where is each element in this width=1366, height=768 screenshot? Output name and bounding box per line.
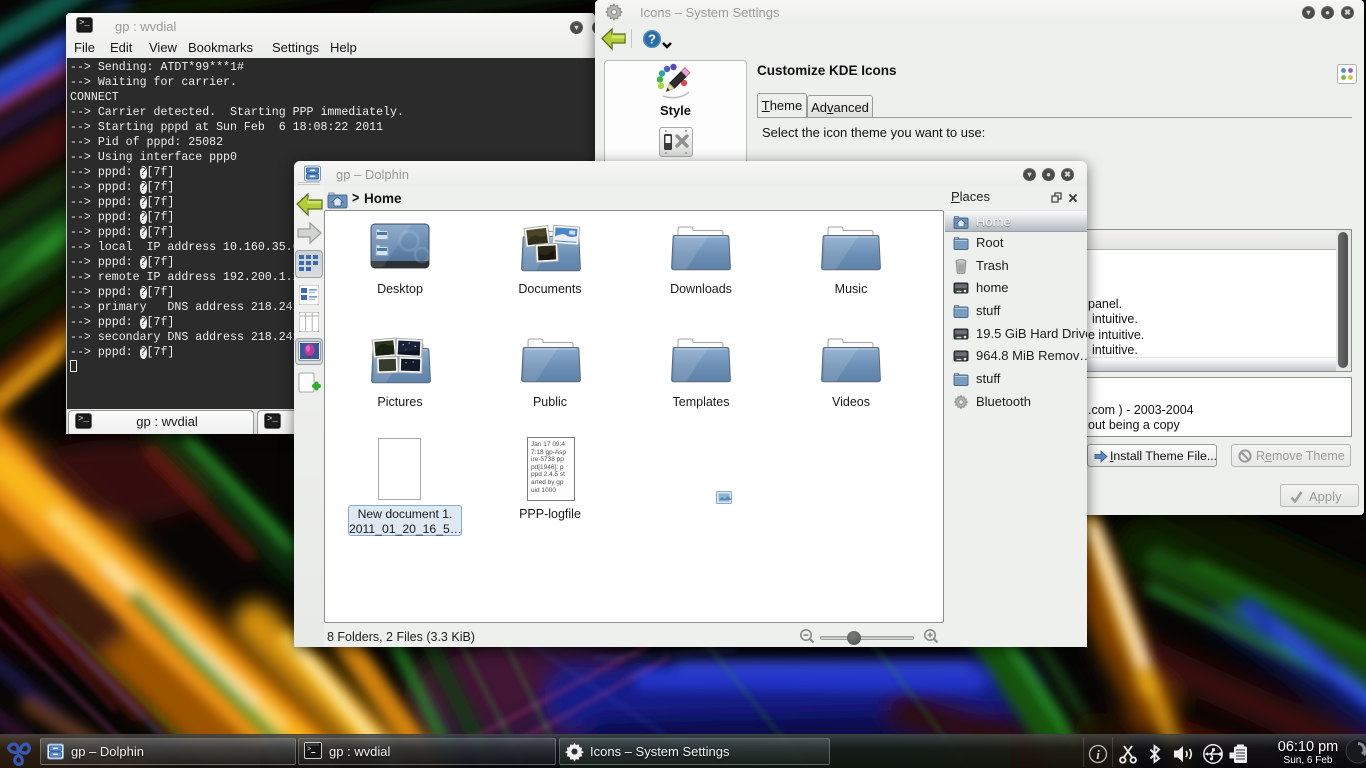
svg-text:?: ?: [648, 32, 656, 47]
svg-text:i: i: [1096, 747, 1100, 762]
